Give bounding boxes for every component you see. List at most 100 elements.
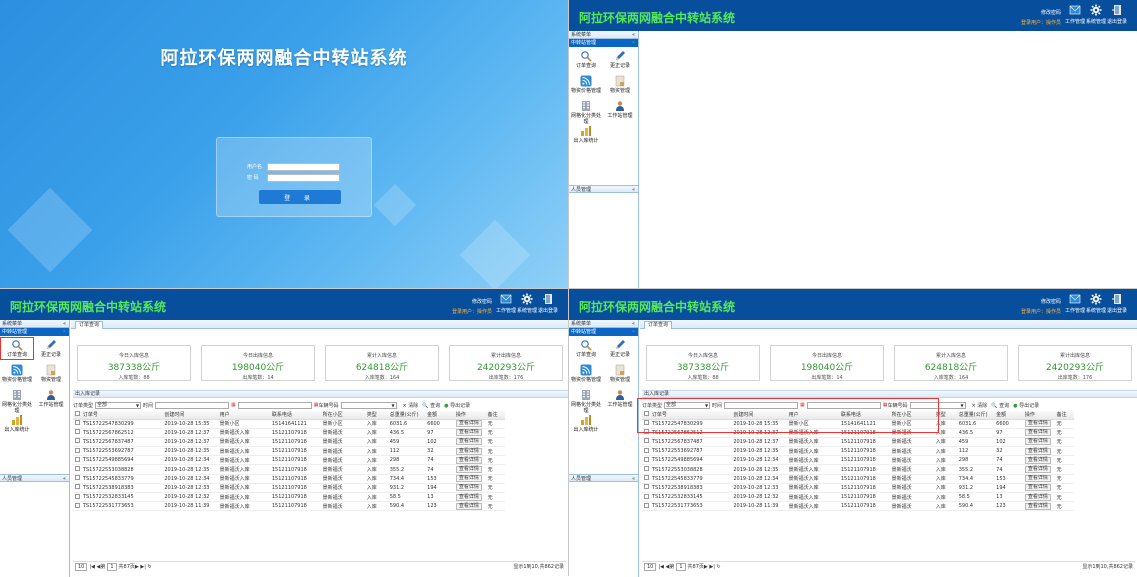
select-all-checkbox[interactable] <box>73 411 81 420</box>
expand-icon[interactable]: « <box>632 186 635 194</box>
view-detail-button[interactable]: 查看详情 <box>455 466 482 474</box>
table-row[interactable]: TS15722531773653 2019-10-28 11:39 景新福沃入库 15… <box>73 501 505 512</box>
start-date-input[interactable] <box>155 401 230 409</box>
table-row[interactable]: TS15722532833145 2019-10-28 12:32 景新福沃入库 15… <box>73 492 505 503</box>
table-cell[interactable]: 查看详情 <box>453 428 486 438</box>
menu-material-manage[interactable]: 物资管理 <box>605 75 635 94</box>
table-row[interactable]: TS15722567862512 2019-10-28 12:37 景新福沃入库 15… <box>642 428 1074 438</box>
tab-order-query[interactable]: 订单查询 <box>75 321 104 329</box>
row-checkbox[interactable] <box>642 464 650 475</box>
system-manage-button[interactable]: 系统管理 <box>1086 293 1106 314</box>
sidebar-section[interactable]: 中转站管理 ◦ <box>569 39 638 47</box>
table-row[interactable]: TS15722549885694 2019-10-28 12:34 景新福沃入库 15… <box>73 455 505 466</box>
view-detail-button[interactable]: 查看详情 <box>1024 420 1051 428</box>
view-detail-button[interactable]: 查看详情 <box>1024 493 1051 501</box>
row-checkbox[interactable] <box>73 446 81 457</box>
row-checkbox[interactable] <box>73 455 81 466</box>
system-manage-button[interactable]: 系统管理 <box>1086 4 1106 25</box>
table-row[interactable]: TS15722549885694 2019-10-28 12:34 景新福沃入库 15… <box>642 455 1074 466</box>
row-checkbox[interactable] <box>642 474 650 484</box>
menu-io-statistics[interactable]: 出入库统计 <box>2 414 32 433</box>
start-date-input[interactable] <box>724 401 799 409</box>
column-header[interactable]: 金额 <box>994 411 1023 420</box>
menu-order-query[interactable]: 订单查询 <box>571 339 601 358</box>
menu-io-statistics[interactable]: 出入库统计 <box>571 414 601 433</box>
menu-order-query[interactable]: 订单查询 <box>571 50 601 69</box>
row-checkbox[interactable] <box>642 419 650 429</box>
collapse-icon[interactable]: ◦ <box>63 328 66 336</box>
row-checkbox[interactable] <box>642 501 650 512</box>
menu-material-price[interactable]: 物资价格管理 <box>571 75 601 94</box>
sidebar-footer[interactable]: 人员管理 « <box>569 474 638 482</box>
collapse-icon[interactable]: « <box>632 320 635 328</box>
table-cell[interactable]: 查看详情 <box>453 455 486 466</box>
menu-io-statistics[interactable]: 出入库统计 <box>571 125 601 144</box>
expand-icon[interactable]: « <box>63 475 66 483</box>
collapse-icon[interactable]: « <box>63 320 66 328</box>
column-header[interactable]: 备注 <box>485 411 505 420</box>
collapse-icon[interactable]: ◦ <box>632 328 635 336</box>
end-date-input[interactable] <box>237 401 312 409</box>
view-detail-button[interactable]: 查看详情 <box>455 475 482 483</box>
page-size-select[interactable]: 10 <box>75 562 88 571</box>
table-row[interactable]: TS15722553692787 2019-10-28 12:35 景新福沃入库 15… <box>73 446 505 457</box>
column-header[interactable]: 操作 <box>1022 411 1055 420</box>
menu-material-manage[interactable]: 物资管理 <box>36 364 66 383</box>
export-button[interactable]: ● 导出记录 <box>1013 402 1039 409</box>
row-checkbox[interactable] <box>73 474 81 484</box>
row-checkbox[interactable] <box>642 446 650 457</box>
column-header[interactable]: 总重量(公斤) <box>956 411 995 420</box>
table-cell[interactable]: 查看详情 <box>1022 492 1055 503</box>
work-manage-button[interactable]: 工作管理 <box>496 293 516 314</box>
menu-station-manage[interactable]: 工作站管理 <box>36 389 66 408</box>
table-cell[interactable]: 查看详情 <box>453 483 486 494</box>
password-input[interactable] <box>267 173 340 182</box>
query-button[interactable]: 🔍 查询 <box>422 402 440 409</box>
query-button[interactable]: 🔍 查询 <box>991 402 1009 409</box>
sidebar-footer[interactable]: 人员管理 « <box>0 474 69 482</box>
view-detail-button[interactable]: 查看详情 <box>1024 502 1051 510</box>
row-checkbox[interactable] <box>642 437 650 448</box>
expand-icon[interactable]: « <box>632 475 635 483</box>
table-cell[interactable]: 查看详情 <box>1022 501 1055 512</box>
change-password-link[interactable]: 修改密码 <box>472 298 492 305</box>
table-cell[interactable]: 查看详情 <box>1022 483 1055 494</box>
column-header[interactable]: 用户 <box>217 411 270 420</box>
menu-material-price[interactable]: 物资价格管理 <box>2 364 32 383</box>
menu-grid-sorting[interactable]: 网格化分类处理 <box>571 389 601 414</box>
username-input[interactable] <box>267 162 340 171</box>
page-number-input[interactable]: 1 <box>676 562 686 571</box>
first-page-icon[interactable]: |◀ ◀ <box>89 564 100 570</box>
view-detail-button[interactable]: 查看详情 <box>455 420 482 428</box>
column-header[interactable]: 订单号 <box>80 411 163 420</box>
table-cell[interactable]: 查看详情 <box>1022 474 1055 484</box>
table-row[interactable]: TS15722538918383 2019-10-28 12:33 景新福沃入库 15… <box>73 483 505 494</box>
clear-button[interactable]: × 清除 <box>403 402 419 409</box>
sidebar-footer[interactable]: 人员管理 « <box>569 185 638 193</box>
table-row[interactable]: TS15722553038828 2019-10-28 12:35 景新福沃入库 15… <box>642 464 1074 475</box>
column-header[interactable]: 创建时间 <box>162 411 218 420</box>
view-detail-button[interactable]: 查看详情 <box>455 447 482 455</box>
table-cell[interactable]: 查看详情 <box>453 446 486 457</box>
table-row[interactable]: TS15722553692787 2019-10-28 12:35 景新福沃入库 15… <box>642 446 1074 457</box>
column-header[interactable]: 所在小区 <box>889 411 934 420</box>
change-password-link[interactable]: 修改密码 <box>1041 298 1061 305</box>
column-header[interactable]: 联系电话 <box>269 411 321 420</box>
collapse-icon[interactable]: « <box>632 31 635 39</box>
row-checkbox[interactable] <box>73 464 81 475</box>
column-header[interactable]: 联系电话 <box>838 411 890 420</box>
menu-correction-record[interactable]: 更正记录 <box>36 339 66 358</box>
table-row[interactable]: TS15722547830299 2019-10-28 15:35 景新小区 1514… <box>73 419 505 429</box>
table-cell[interactable]: 查看详情 <box>1022 455 1055 466</box>
order-type-select[interactable]: 全部 ▼ <box>95 401 142 409</box>
sidebar-section[interactable]: 中转站管理 ◦ <box>0 328 69 336</box>
table-cell[interactable]: 查看详情 <box>453 501 486 512</box>
row-checkbox[interactable] <box>73 437 81 448</box>
view-detail-button[interactable]: 查看详情 <box>455 484 482 492</box>
menu-station-manage[interactable]: 工作站管理 <box>605 100 635 119</box>
table-cell[interactable]: 查看详情 <box>453 492 486 503</box>
table-row[interactable]: TS15722567862512 2019-10-28 12:37 景新福沃入库 15… <box>73 428 505 438</box>
table-row[interactable]: TS15722547830299 2019-10-28 15:35 景新小区 1514… <box>642 419 1074 429</box>
row-checkbox[interactable] <box>642 483 650 494</box>
table-row[interactable]: TS15722567837487 2019-10-28 12:37 景新福沃入库 15… <box>73 437 505 448</box>
